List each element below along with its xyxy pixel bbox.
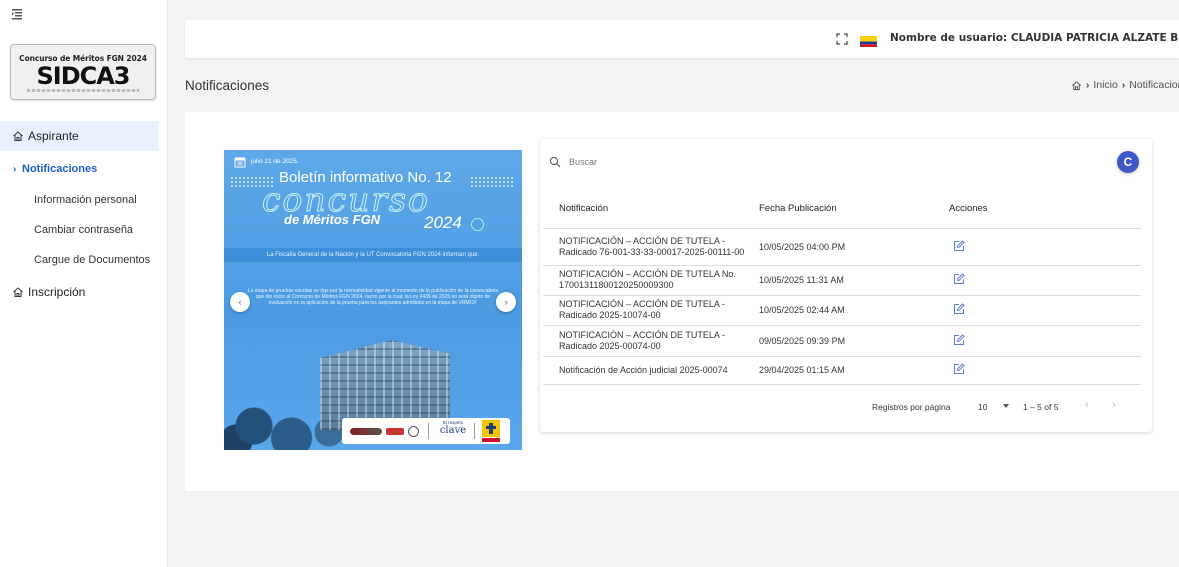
calendar-icon <box>234 157 246 168</box>
sidebar-group-inscripcion[interactable]: Inscripción <box>0 277 158 307</box>
column-header-notificacion[interactable]: Notificación <box>543 190 757 229</box>
page-range-label: 1 – 5 of 5 <box>1023 402 1059 412</box>
banner-body-text: La etapa de pruebas escritas se rige por… <box>247 288 499 307</box>
sidebar-item-label: Cambiar contraseña <box>34 224 134 236</box>
banner-date: julio 21 de 2025. <box>251 158 299 165</box>
notification-title: Notificación de Acción judicial 2025-000… <box>543 356 757 385</box>
sidebar-item-label: Cargue de Documentos <box>34 254 151 266</box>
table-row: Notificación de Acción judicial 2025-000… <box>543 356 1141 385</box>
chevron-down-icon <box>1003 404 1009 408</box>
sidebar-item-label: Notificaciones <box>22 163 98 175</box>
notification-title: NOTIFICACIÓN – ACCIÓN DE TUTELA - Radica… <box>543 228 757 266</box>
banner-year: 2024 <box>424 213 462 232</box>
breadcrumb-notificaciones[interactable]: Notificaciones <box>1129 79 1179 91</box>
sidebar-item-notificaciones[interactable]: › Notificaciones <box>0 157 160 181</box>
table-row: NOTIFICACIÓN – ACCIÓN DE TUTELA No. 1700… <box>543 265 1141 296</box>
sidebar-item-label: Información personal <box>34 194 137 206</box>
breadcrumb: › Inicio › Notificaciones <box>1071 79 1179 91</box>
column-header-fecha[interactable]: Fecha Publicación <box>757 190 947 229</box>
notifications-table: Notificación Fecha Publicación Acciones … <box>543 190 1141 385</box>
breadcrumb-separator: › <box>1121 79 1126 91</box>
check-circle-icon <box>471 218 484 231</box>
paginator: Registros por página 10 1 – 5 of 5 ‹ › <box>540 395 1152 419</box>
main-content: julio 21 de 2025. Boletín informativo No… <box>185 112 1179 491</box>
banner-strip-text: La Fiscalía General de la Nación y la UT… <box>224 248 522 262</box>
table-row: NOTIFICACIÓN – ACCIÓN DE TUTELA - Radica… <box>543 325 1141 357</box>
sidebar-item-cargue-documentos[interactable]: Cargue de Documentos <box>0 248 160 272</box>
divider <box>428 423 429 439</box>
search-box <box>543 148 703 176</box>
divider <box>474 423 475 439</box>
page-size-select[interactable]: 10 <box>973 397 1011 417</box>
page-size-value: 10 <box>978 402 988 412</box>
publication-date: 10/05/2025 11:31 AM <box>757 265 947 296</box>
decorative-dots <box>470 176 514 188</box>
page-title: Notificaciones <box>185 78 270 93</box>
sponsor-logo <box>350 428 382 435</box>
home-icon <box>13 131 23 141</box>
fiscalia-logo <box>482 420 500 442</box>
search-icon <box>549 156 561 168</box>
sidebar-item-informacion-personal[interactable]: Información personal <box>0 188 160 212</box>
publication-date: 10/05/2025 02:44 AM <box>757 295 947 326</box>
edit-icon[interactable] <box>953 333 965 346</box>
notification-title: NOTIFICACIÓN – ACCIÓN DE TUTELA - Radica… <box>543 295 757 326</box>
notifications-panel: C Notificación Fecha Publicación Accione… <box>540 139 1152 432</box>
sponsor-logos: El respeto clave <box>342 418 510 444</box>
publication-date: 29/04/2025 01:15 AM <box>757 356 947 385</box>
banner-building-windows <box>320 340 450 430</box>
carousel-next-button[interactable]: › <box>496 292 516 312</box>
sidebar: Concurso de Méritos FGN 2024 SIDCA3 Aspi… <box>0 0 168 567</box>
sidebar-group-aspirante[interactable]: Aspirante <box>0 121 158 151</box>
colombia-flag-icon <box>860 34 877 47</box>
column-header-acciones: Acciones <box>947 190 1141 229</box>
table-row: NOTIFICACIÓN – ACCIÓN DE TUTELA - Radica… <box>543 295 1141 326</box>
notification-title: NOTIFICACIÓN – ACCIÓN DE TUTELA - Radica… <box>543 325 757 357</box>
edit-icon[interactable] <box>953 273 965 285</box>
previous-page-button[interactable]: ‹ <box>1085 399 1089 411</box>
sidca-logo: Concurso de Méritos FGN 2024 SIDCA3 <box>10 44 156 100</box>
logo-text: SIDCA3 <box>36 62 130 90</box>
username-label: Nombre de usuario: CLAUDIA PATRICIA ALZA… <box>890 32 1179 44</box>
sponsor-logo <box>386 428 404 435</box>
sidebar-group-label: Aspirante <box>28 129 79 143</box>
menu-collapse-icon[interactable] <box>11 8 23 20</box>
breadcrumb-inicio[interactable]: Inicio <box>1093 79 1118 91</box>
breadcrumb-separator: › <box>1086 79 1090 91</box>
chevron-right-icon: › <box>13 163 17 175</box>
search-input[interactable] <box>569 157 699 167</box>
fullscreen-icon[interactable] <box>836 32 848 45</box>
bulletin-banner[interactable]: julio 21 de 2025. Boletín informativo No… <box>224 150 522 450</box>
sidebar-group-label: Inscripción <box>28 285 86 299</box>
home-icon[interactable] <box>1071 80 1082 91</box>
publication-date: 10/05/2025 04:00 PM <box>757 228 947 266</box>
table-header-row: Notificación Fecha Publicación Acciones <box>543 190 1141 229</box>
carousel-prev-button[interactable]: ‹ <box>230 292 250 312</box>
el-respeto-clave-logo: El respeto clave <box>439 420 467 436</box>
home-icon <box>13 287 23 297</box>
page-size-label: Registros por página <box>872 402 951 412</box>
sidebar-item-cambiar-contrasena[interactable]: Cambiar contraseña <box>0 218 160 242</box>
edit-icon[interactable] <box>953 363 965 375</box>
top-header: Nombre de usuario: CLAUDIA PATRICIA ALZA… <box>185 20 1179 58</box>
edit-icon[interactable] <box>953 239 965 252</box>
banner-subtitle: de Méritos FGN <box>284 212 381 227</box>
table-row: NOTIFICACIÓN – ACCIÓN DE TUTELA - Radica… <box>543 228 1141 266</box>
publication-date: 09/05/2025 09:39 PM <box>757 325 947 357</box>
notification-title: NOTIFICACIÓN – ACCIÓN DE TUTELA No. 1700… <box>543 265 757 296</box>
refresh-button[interactable]: C <box>1117 151 1139 173</box>
edit-icon[interactable] <box>953 303 965 315</box>
sponsor-logo <box>408 426 419 437</box>
next-page-button[interactable]: › <box>1112 399 1116 411</box>
